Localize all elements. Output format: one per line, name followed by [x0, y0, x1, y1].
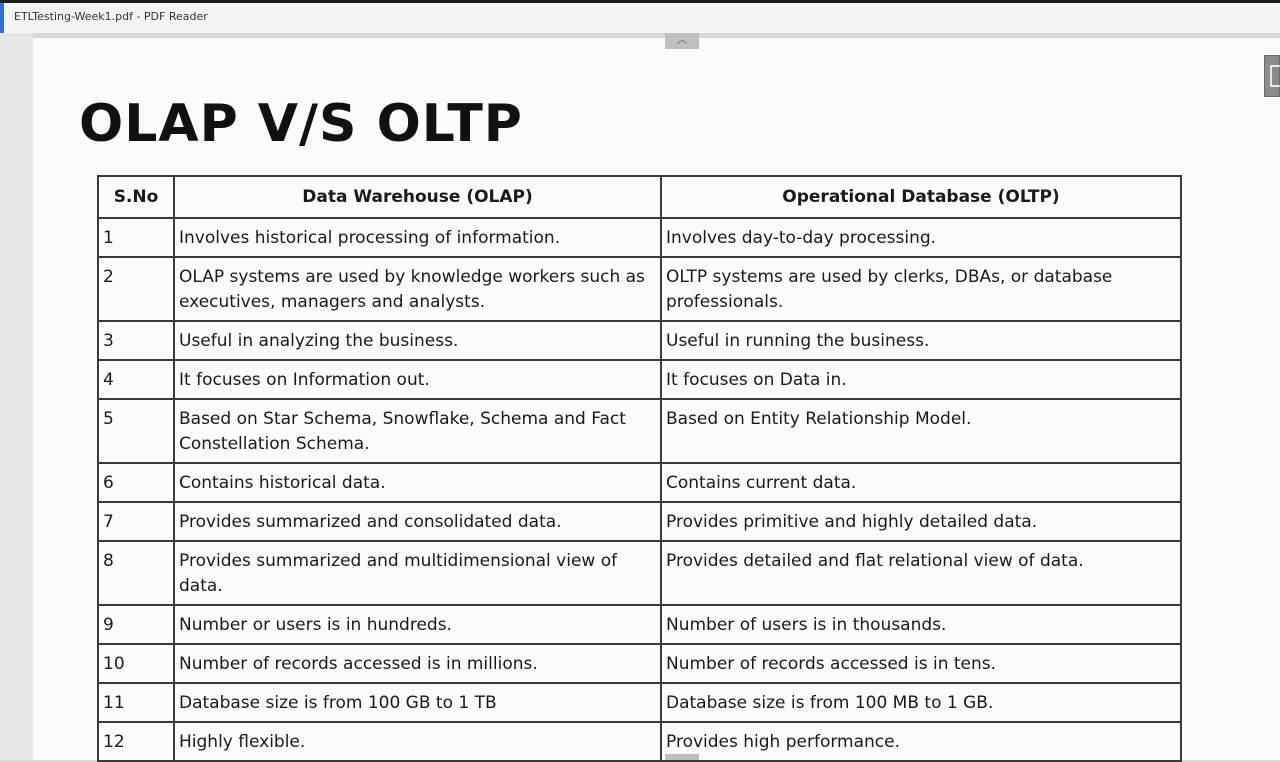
table-row: 12 Highly flexible. Provides high perfor… [97, 721, 1182, 762]
table-row: 10 Number of records accessed is in mill… [97, 643, 1182, 684]
cell-olap: Involves historical processing of inform… [173, 217, 662, 258]
cell-oltp: Provides detailed and flat relational vi… [660, 540, 1182, 606]
comparison-table: S.No Data Warehouse (OLAP) Operational D… [97, 175, 1182, 762]
cell-olap: OLAP systems are used by knowledge worke… [173, 256, 662, 322]
table-row: 5 Based on Star Schema, Snowflake, Schem… [97, 398, 1182, 464]
column-header-oltp: Operational Database (OLTP) [660, 175, 1182, 219]
table-header-row: S.No Data Warehouse (OLAP) Operational D… [97, 175, 1182, 219]
cell-sno: 11 [97, 682, 175, 723]
cell-olap: Based on Star Schema, Snowflake, Schema … [173, 398, 662, 464]
cell-oltp: Useful in running the business. [660, 320, 1182, 361]
cell-oltp: Database size is from 100 MB to 1 GB. [660, 682, 1182, 723]
cell-sno: 7 [97, 501, 175, 542]
cell-olap: Database size is from 100 GB to 1 TB [173, 682, 662, 723]
cell-sno: 4 [97, 359, 175, 400]
cell-olap: Contains historical data. [173, 462, 662, 503]
table-row: 8 Provides summarized and multidimension… [97, 540, 1182, 606]
table-row: 9 Number or users is in hundreds. Number… [97, 604, 1182, 645]
table-row: 1 Involves historical processing of info… [97, 217, 1182, 258]
cell-oltp: Involves day-to-day processing. [660, 217, 1182, 258]
cell-olap: Provides summarized and consolidated dat… [173, 501, 662, 542]
cell-oltp: Provides high performance. [660, 721, 1182, 762]
column-header-olap: Data Warehouse (OLAP) [173, 175, 662, 219]
cell-oltp: Contains current data. [660, 462, 1182, 503]
cell-oltp: It focuses on Data in. [660, 359, 1182, 400]
cell-oltp: Provides primitive and highly detailed d… [660, 501, 1182, 542]
column-header-sno: S.No [97, 175, 175, 219]
cell-olap: Number of records accessed is in million… [173, 643, 662, 684]
panel-toggle-icon [1270, 65, 1280, 87]
cell-sno: 8 [97, 540, 175, 606]
table-row: 11 Database size is from 100 GB to 1 TB … [97, 682, 1182, 723]
cell-oltp: Number of records accessed is in tens. [660, 643, 1182, 684]
window-title: ETLTesting-Week1.pdf - PDF Reader [14, 10, 208, 23]
cell-sno: 12 [97, 721, 175, 762]
cell-olap: Useful in analyzing the business. [173, 320, 662, 361]
side-panel-toggle-button[interactable] [1264, 55, 1280, 97]
app-accent-bar [0, 3, 4, 33]
table-row: 2 OLAP systems are used by knowledge wor… [97, 256, 1182, 322]
cell-sno: 3 [97, 320, 175, 361]
cell-sno: 9 [97, 604, 175, 645]
previous-page-button[interactable]: ︿ [665, 33, 699, 49]
cell-olap: Number or users is in hundreds. [173, 604, 662, 645]
window-titlebar: ETLTesting-Week1.pdf - PDF Reader [0, 0, 1280, 33]
cell-olap: It focuses on Information out. [173, 359, 662, 400]
cell-sno: 6 [97, 462, 175, 503]
chevron-up-icon: ︿ [676, 34, 688, 46]
table-row: 3 Useful in analyzing the business. Usef… [97, 320, 1182, 361]
cell-olap: Highly flexible. [173, 721, 662, 762]
cell-olap: Provides summarized and multidimensional… [173, 540, 662, 606]
cell-oltp: Based on Entity Relationship Model. [660, 398, 1182, 464]
table-row: 4 It focuses on Information out. It focu… [97, 359, 1182, 400]
cell-sno: 2 [97, 256, 175, 322]
cell-sno: 10 [97, 643, 175, 684]
page-heading: OLAP V/S OLTP [79, 94, 523, 154]
left-gutter [0, 33, 33, 760]
cell-sno: 5 [97, 398, 175, 464]
cell-sno: 1 [97, 217, 175, 258]
cell-oltp: OLTP systems are used by clerks, DBAs, o… [660, 256, 1182, 322]
table-row: 6 Contains historical data. Contains cur… [97, 462, 1182, 503]
cell-oltp: Number of users is in thousands. [660, 604, 1182, 645]
table-row: 7 Provides summarized and consolidated d… [97, 501, 1182, 542]
